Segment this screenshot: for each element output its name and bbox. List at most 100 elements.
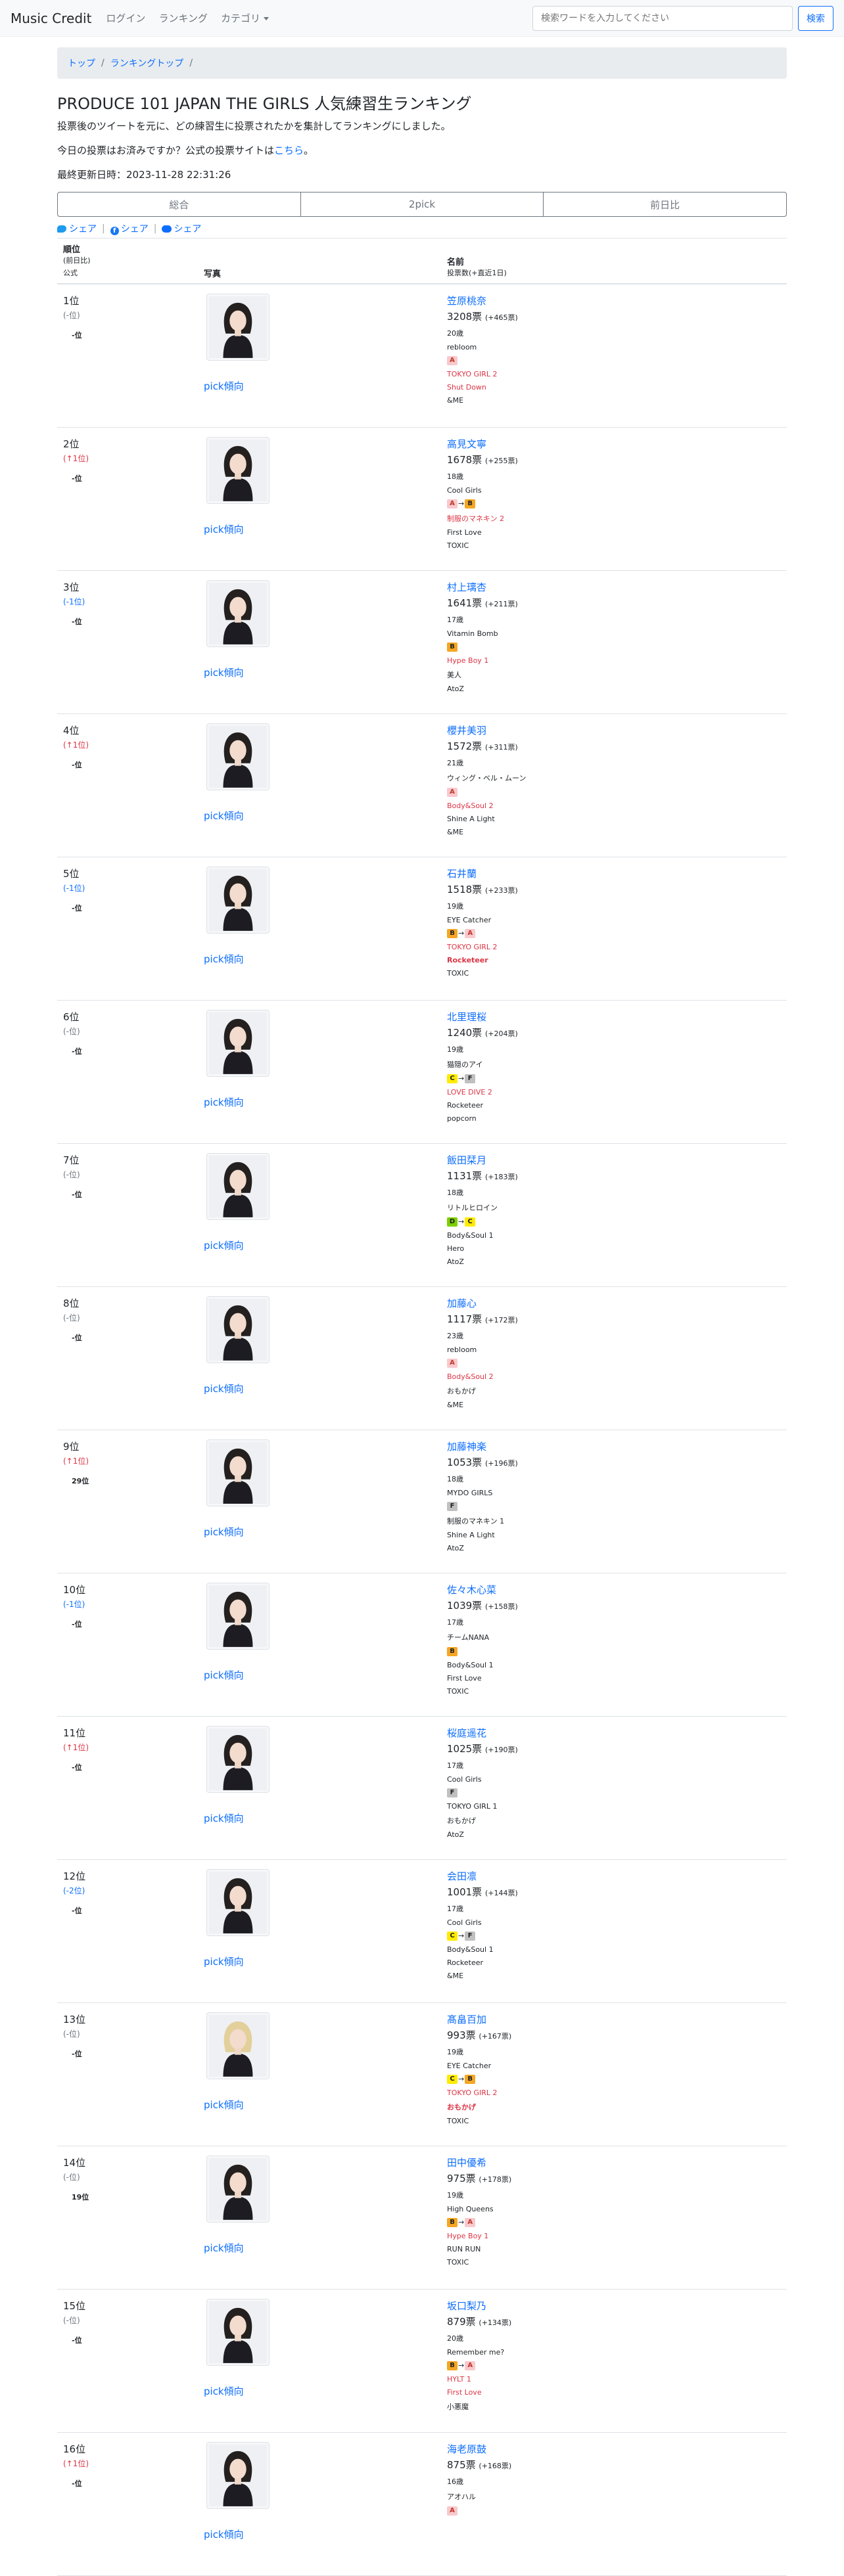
last-updated: 最終更新日時：2023-11-28 22:31:26 xyxy=(57,169,231,181)
nav-ranking-link[interactable]: ランキング xyxy=(158,11,208,25)
trainee-name-link[interactable]: 佐々木心菜 xyxy=(447,1583,781,1596)
vote-count: 1678票 (+255票) xyxy=(447,453,781,466)
breadcrumb-home-link[interactable]: トップ xyxy=(68,56,95,70)
pick-trend-link[interactable]: pick傾向 xyxy=(204,952,435,966)
twitter-share-link[interactable]: シェア xyxy=(57,222,97,235)
facebook-share-link[interactable]: f シェア xyxy=(110,222,149,235)
trainee-name-link[interactable]: 村上璃杏 xyxy=(447,580,781,594)
trainee-name-link[interactable]: 髙畠百加 xyxy=(447,2012,781,2026)
trainee-name-link[interactable]: 北里理桜 xyxy=(447,1010,781,1024)
pick-trend-link[interactable]: pick傾向 xyxy=(204,1095,435,1109)
trainee-photo xyxy=(206,1868,270,1936)
trainee-name-link[interactable]: 坂口梨乃 xyxy=(447,2299,781,2313)
arrow-right-icon: → xyxy=(458,929,465,938)
official-rank: -位 xyxy=(72,2049,82,2058)
nav-login-link[interactable]: ログイン xyxy=(106,11,145,25)
nav-category-label: カテゴリ xyxy=(221,12,261,24)
vote-increase: (+255票) xyxy=(484,456,518,465)
trainee-name-link[interactable]: 桜庭遥花 xyxy=(447,1726,781,1740)
pick-trend-link[interactable]: pick傾向 xyxy=(204,522,435,536)
pick-trend-link[interactable]: pick傾向 xyxy=(204,2384,435,2398)
grade-badge: F xyxy=(465,1931,476,1941)
trainee-age: 17歳 xyxy=(447,1761,463,1770)
trainee-song: チームNANA xyxy=(447,1633,490,1642)
performance-entry: Shut Down xyxy=(447,383,486,392)
table-row: 6位 (-位) -位 pick傾向 北里理桜 1240票 (+204票) 19歳 猫隠のアイ C… xyxy=(57,1000,787,1144)
photo-cell: pick傾向 xyxy=(198,427,441,571)
pick-trend-link[interactable]: pick傾向 xyxy=(204,1238,435,1252)
grade-badge: F xyxy=(447,1501,457,1511)
vote-total: 1053票 xyxy=(447,1456,482,1468)
table-row: 10位 (-1位) -位 pick傾向 佐々木心菜 1039票 (+158票) 17歳 チーム… xyxy=(57,1573,787,1717)
table-row: 12位 (-2位) -位 pick傾向 会田凛 1001票 (+144票) 17歳 Cool … xyxy=(57,1859,787,2003)
trainee-name-link[interactable]: 会田凛 xyxy=(447,1869,781,1883)
arrow-right-icon: → xyxy=(458,2218,465,2227)
performance-entry: TOKYO GIRL 1 xyxy=(447,1801,498,1811)
portrait-image xyxy=(209,2444,267,2506)
trainee-name-link[interactable]: 田中優希 xyxy=(447,2156,781,2169)
pick-trend-link[interactable]: pick傾向 xyxy=(204,1955,435,1968)
line-share-link[interactable]: シェア xyxy=(162,222,201,235)
photo-cell: pick傾向 xyxy=(198,1573,441,1717)
trainee-name-link[interactable]: 海老原鼓 xyxy=(447,2442,781,2456)
performance-entry: Shine A Light xyxy=(447,1530,495,1539)
tab-daily-change[interactable]: 前日比 xyxy=(544,192,786,216)
pick-trend-link[interactable]: pick傾向 xyxy=(204,809,435,823)
pick-trend-link[interactable]: pick傾向 xyxy=(204,1668,435,1682)
brand-link[interactable]: Music Credit xyxy=(11,11,91,26)
official-rank: -位 xyxy=(72,2479,82,2488)
rank-cell: 3位 (-1位) -位 xyxy=(57,570,198,714)
pick-trend-link[interactable]: pick傾向 xyxy=(204,2098,435,2112)
official-rank: -位 xyxy=(72,1906,82,1915)
vote-increase: (+167票) xyxy=(479,2031,512,2041)
rank-delta: (-位) xyxy=(63,311,80,321)
pick-trend-link[interactable]: pick傾向 xyxy=(204,379,435,393)
table-row: 16位 (↑1位) -位 pick傾向 海老原鼓 875票 (+168票) 16歳 アオハル A xyxy=(57,2432,787,2576)
breadcrumb-separator: / xyxy=(189,58,193,68)
pick-trend-link[interactable]: pick傾向 xyxy=(204,1382,435,1395)
vote-total: 1001票 xyxy=(447,1886,482,1898)
pick-trend-link[interactable]: pick傾向 xyxy=(204,666,435,679)
vote-total: 1240票 xyxy=(447,1026,482,1039)
trainee-name-link[interactable]: 石井蘭 xyxy=(447,867,781,880)
official-rank: -位 xyxy=(72,1763,82,1772)
vote-total: 879票 xyxy=(447,2315,476,2328)
breadcrumb-ranking-link[interactable]: ランキングトップ xyxy=(110,56,184,70)
portrait-image xyxy=(209,1155,267,1217)
grade-badge: A xyxy=(465,2217,476,2227)
search-input[interactable] xyxy=(532,5,793,31)
trainee-name-link[interactable]: 加藤心 xyxy=(447,1296,781,1310)
trainee-age: 19歳 xyxy=(447,2047,463,2056)
rank-delta: (-1位) xyxy=(63,1599,85,1609)
pick-trend-link[interactable]: pick傾向 xyxy=(204,1811,435,1825)
search-button[interactable]: 検索 xyxy=(798,5,833,31)
nav-category-dropdown[interactable]: カテゴリ xyxy=(221,11,270,25)
performance-entry: TOKYO GIRL 2 xyxy=(447,2088,498,2097)
trainee-name-link[interactable]: 加藤神楽 xyxy=(447,1439,781,1453)
pick-trend-link[interactable]: pick傾向 xyxy=(204,2527,435,2541)
pick-trend-link[interactable]: pick傾向 xyxy=(204,1525,435,1539)
performance-entry: First Love xyxy=(447,2387,482,2397)
trainee-photo xyxy=(206,436,270,504)
trainee-name-link[interactable]: 櫻井美羽 xyxy=(447,723,781,737)
trainee-name-link[interactable]: 笠原桃奈 xyxy=(447,294,781,307)
tab-2pick[interactable]: 2pick xyxy=(301,192,544,216)
info-cell: 飯田栞月 1131票 (+183票) 18歳 リトルヒロイン D → C Body&Soul … xyxy=(441,1143,787,1287)
rank-cell: 13位 (-位) -位 xyxy=(57,2002,198,2146)
info-cell: 加藤心 1117票 (+172票) 23歳 rebloom A Body&Soul 2 おも… xyxy=(441,1286,787,1430)
portrait-image xyxy=(209,2014,267,2077)
ranking-tabs: 総合 2pick 前日比 xyxy=(57,192,787,217)
vote-total: 1117票 xyxy=(447,1313,482,1325)
vote-increase: (+183票) xyxy=(484,1172,518,1181)
tab-overall[interactable]: 総合 xyxy=(58,192,301,216)
grade-badges: C → F xyxy=(447,1931,781,1941)
performance-entry: TOXIC xyxy=(447,1686,469,1696)
vote-increase: (+178票) xyxy=(479,2175,512,2184)
trainee-name-link[interactable]: 飯田栞月 xyxy=(447,1153,781,1167)
official-vote-link[interactable]: こちら xyxy=(274,145,304,156)
trainee-song: Cool Girls xyxy=(447,1774,482,1784)
pick-trend-link[interactable]: pick傾向 xyxy=(204,2241,435,2255)
table-row: 4位 (↑1位) -位 pick傾向 櫻井美羽 1572票 (+311票) 21歳 ウィング・… xyxy=(57,713,787,857)
performance-entry: AtoZ xyxy=(447,1543,464,1552)
trainee-name-link[interactable]: 高見文寧 xyxy=(447,437,781,451)
